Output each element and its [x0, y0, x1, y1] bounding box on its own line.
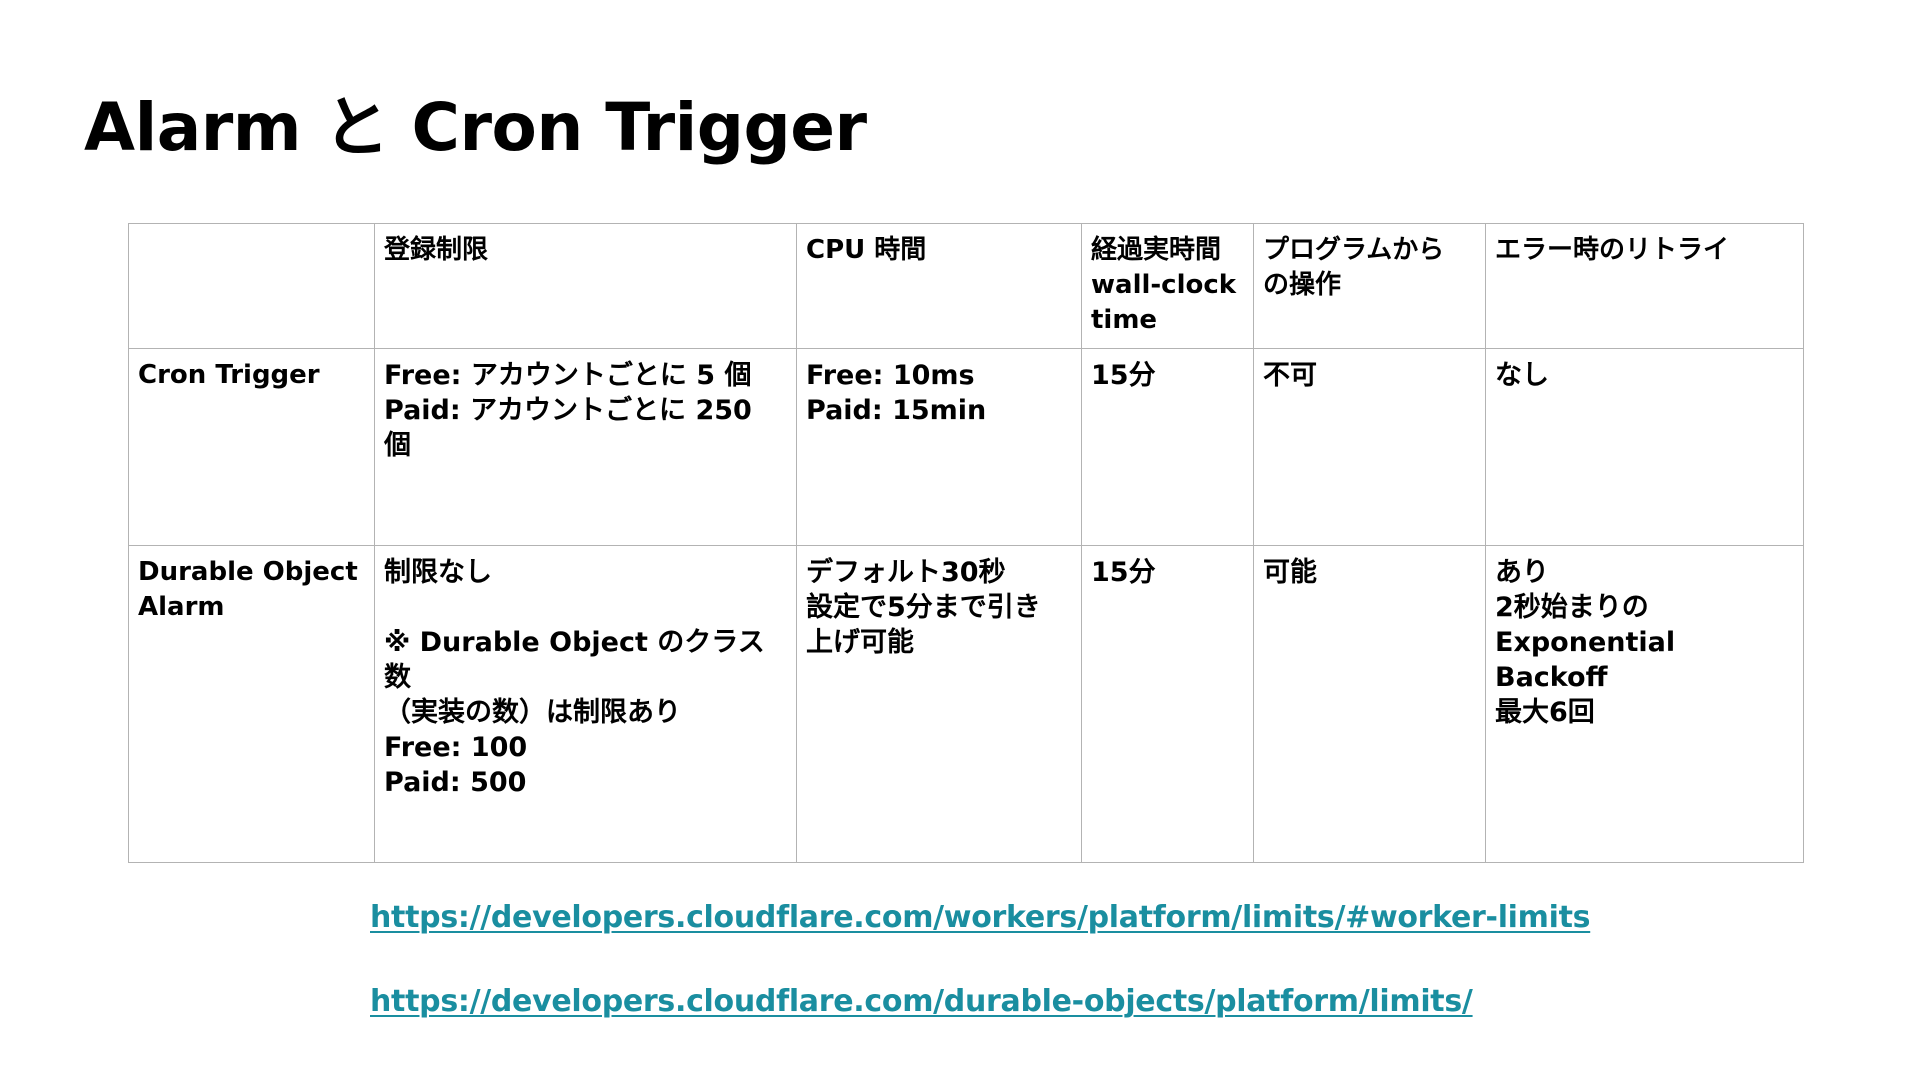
limits-table: 登録制限 CPU 時間 経過実時間 wall-clock time プログラムか…: [128, 222, 1804, 863]
table-row-durable-object-alarm: Durable Object Alarm 制限なし ※ Durable Obje…: [128, 545, 1804, 863]
cron-programmatic-cell: 不可: [1253, 348, 1486, 547]
alarm-registration-limit-cell: 制限なし ※ Durable Object のクラス数 （実装の数）は制限あり …: [374, 545, 797, 863]
reference-links: https://developers.cloudflare.com/worker…: [370, 896, 1591, 1024]
alarm-cpu-time-cell: デフォルト30秒 設定で5分まで引き 上げ可能: [796, 545, 1082, 863]
slide-title: Alarm と Cron Trigger: [84, 89, 867, 166]
alarm-wall-clock-cell: 15分: [1081, 545, 1254, 863]
header-cell-cpu-time: CPU 時間: [796, 222, 1082, 350]
header-cell-wall-clock-time: 経過実時間 wall-clock time: [1081, 222, 1254, 350]
header-cell-retry-on-error: エラー時のリトライ: [1485, 222, 1804, 350]
table-header-row: 登録制限 CPU 時間 経過実時間 wall-clock time プログラムか…: [128, 222, 1804, 350]
table-row-cron-trigger: Cron Trigger Free: アカウントごとに 5 個 Paid: アカ…: [128, 348, 1804, 547]
cron-registration-limit-cell: Free: アカウントごとに 5 個 Paid: アカウントごとに 250 個: [374, 348, 797, 547]
alarm-retry-cell: あり 2秒始まりの Exponential Backoff 最大6回: [1485, 545, 1804, 863]
row-label-durable-object-alarm: Durable Object Alarm: [128, 545, 375, 863]
header-cell-programmatic-operation: プログラムから の操作: [1253, 222, 1486, 350]
cron-cpu-time-cell: Free: 10ms Paid: 15min: [796, 348, 1082, 547]
workers-limits-link[interactable]: https://developers.cloudflare.com/worker…: [370, 896, 1591, 940]
cron-retry-cell: なし: [1485, 348, 1804, 547]
alarm-programmatic-cell: 可能: [1253, 545, 1486, 863]
cron-wall-clock-cell: 15分: [1081, 348, 1254, 547]
header-cell-registration-limit: 登録制限: [374, 222, 797, 350]
durable-objects-limits-link[interactable]: https://developers.cloudflare.com/durabl…: [370, 980, 1590, 1024]
header-cell-empty: [128, 222, 375, 350]
row-label-cron-trigger: Cron Trigger: [128, 348, 375, 547]
